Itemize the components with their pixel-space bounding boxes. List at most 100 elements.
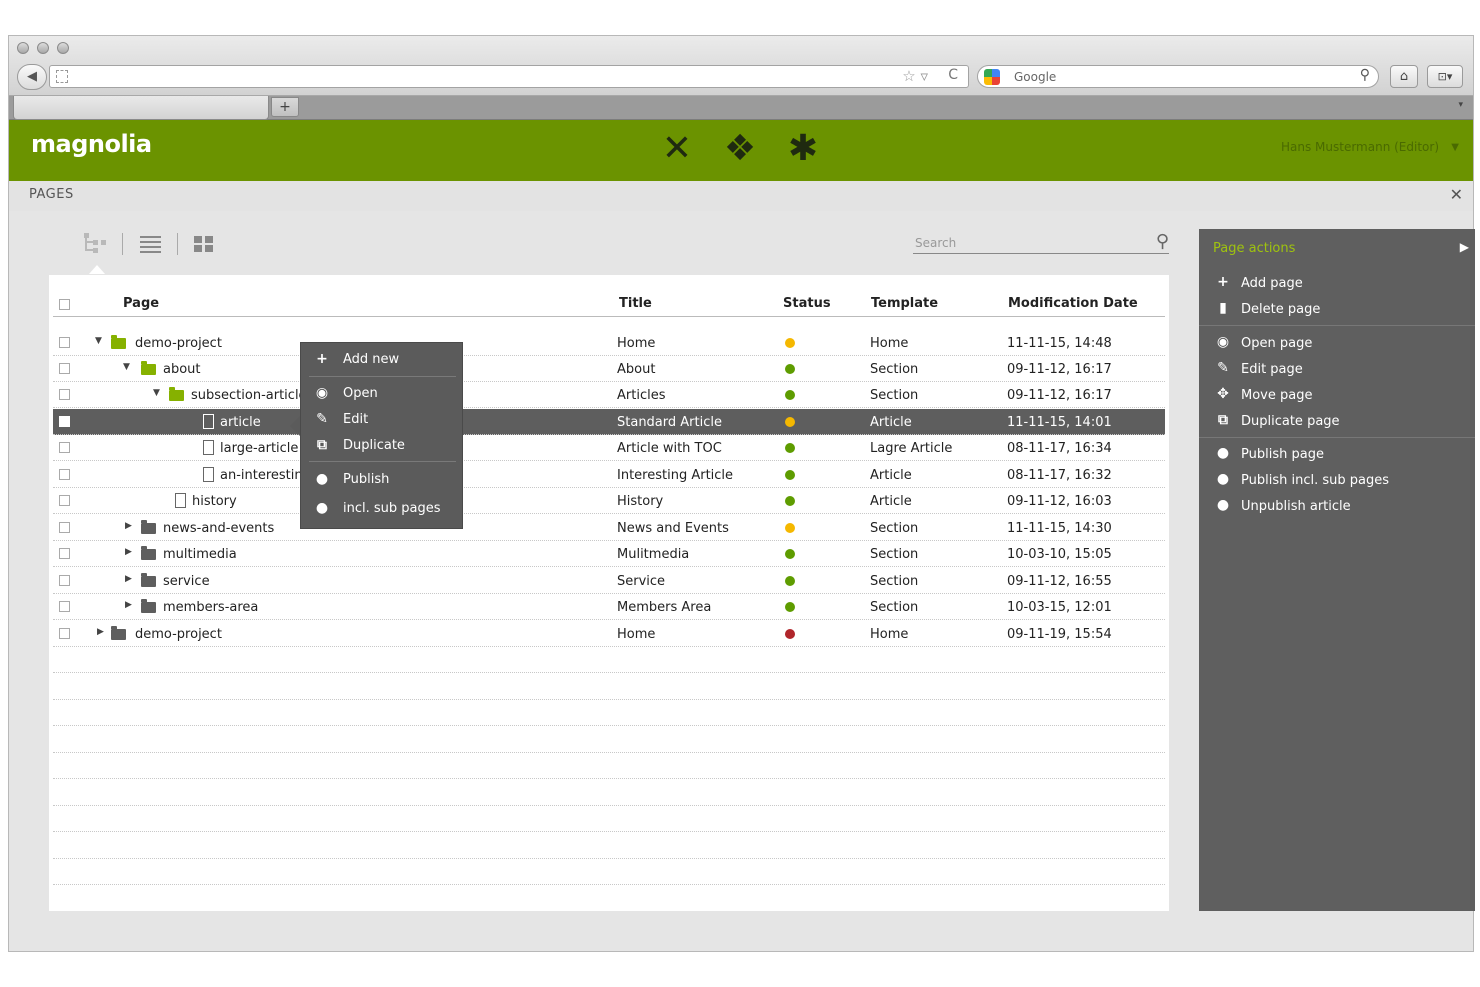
tree-view-button[interactable]: [81, 231, 111, 255]
context-menu-item-publish[interactable]: ● Publish: [301, 467, 462, 493]
search-input[interactable]: Search ⚲: [913, 231, 1169, 254]
table-row[interactable]: ▼ subsection-articles Articles Section 0…: [53, 382, 1165, 408]
action-publish-incl-sub-pages[interactable]: ● Publish incl. sub pages: [1199, 468, 1475, 494]
scissors-cross-icon[interactable]: ✕: [657, 128, 697, 170]
column-header-status[interactable]: Status: [783, 296, 831, 311]
collapse-triangle-icon[interactable]: ▼: [123, 362, 130, 372]
table-row[interactable]: ▶ news-and-events News and Events Sectio…: [53, 515, 1165, 541]
magnifier-icon[interactable]: ⚲: [1360, 67, 1370, 83]
table-row[interactable]: ▶ demo-project Home Home 09-11-19, 15:54: [53, 621, 1165, 647]
action-label: Open page: [1241, 336, 1313, 351]
bookmark-star-icon[interactable]: ☆ ▿: [902, 67, 928, 85]
template-cell: Article: [870, 468, 912, 483]
page-icon: [56, 70, 68, 83]
google-logo-icon[interactable]: [984, 69, 1000, 85]
action-move-page[interactable]: ✥ Move page: [1199, 383, 1475, 409]
table-row[interactable]: ▼ about About Section 09-11-12, 16:17: [53, 356, 1165, 382]
table-row[interactable]: ▶ members-area Members Area Section 10-0…: [53, 594, 1165, 620]
extension-button[interactable]: ⊡▾: [1427, 65, 1463, 88]
row-checkbox[interactable]: [59, 442, 70, 453]
browser-tab[interactable]: [13, 96, 269, 120]
expand-triangle-icon[interactable]: ▶: [125, 600, 132, 610]
diamond-pattern-icon[interactable]: ❖: [720, 128, 760, 170]
row-checkbox[interactable]: [59, 495, 70, 506]
column-header-page[interactable]: Page: [123, 296, 159, 311]
page-title-cell: Home: [617, 336, 656, 351]
collapse-triangle-icon[interactable]: ▼: [153, 388, 160, 398]
context-menu-item-duplicate[interactable]: ⧉ Duplicate: [301, 433, 462, 459]
table-row[interactable]: large-article Article with TOC Lagre Art…: [53, 435, 1165, 461]
expand-triangle-icon[interactable]: ▶: [125, 574, 132, 584]
table-row[interactable]: ▶ multimedia Mulitmedia Section 10-03-10…: [53, 541, 1165, 567]
reload-icon[interactable]: C: [948, 67, 958, 83]
action-add-page[interactable]: + Add page: [1199, 271, 1475, 297]
row-checkbox[interactable]: [59, 628, 70, 639]
table-row[interactable]: an-interestin Interesting Article Articl…: [53, 462, 1165, 488]
page-name: multimedia: [163, 547, 237, 562]
row-checkbox[interactable]: [59, 337, 70, 348]
empty-row: [53, 753, 1165, 779]
date-cell: 11-11-15, 14:01: [1007, 415, 1112, 430]
row-checkbox[interactable]: [59, 363, 70, 374]
action-edit-page[interactable]: ✎ Edit page: [1199, 357, 1475, 383]
duplicate-icon: ⧉: [1218, 412, 1228, 428]
divider: [309, 376, 456, 377]
expand-triangle-icon[interactable]: ▶: [97, 627, 104, 637]
expand-triangle-icon[interactable]: ▶: [125, 521, 132, 531]
magnolia-logo[interactable]: magnolia: [31, 130, 152, 158]
close-window-button[interactable]: [17, 42, 29, 54]
new-tab-button[interactable]: +: [271, 97, 299, 117]
page-name: about: [163, 362, 201, 377]
action-open-page[interactable]: ◉ Open page: [1199, 331, 1475, 357]
user-menu[interactable]: Hans Mustermann (Editor): [1281, 140, 1439, 154]
date-cell: 08-11-17, 16:32: [1007, 468, 1112, 483]
context-menu-label: Open: [343, 386, 378, 401]
minimize-window-button[interactable]: [37, 42, 49, 54]
asterisk-icon[interactable]: ✱: [783, 128, 823, 170]
close-icon[interactable]: ✕: [1450, 185, 1463, 204]
tab-overflow-icon[interactable]: ▾: [1458, 100, 1463, 110]
column-header-template[interactable]: Template: [871, 296, 938, 311]
expand-arrow-icon[interactable]: ▶: [1460, 240, 1469, 254]
divider: [1199, 325, 1475, 326]
column-header-modification-date[interactable]: Modification Date: [1008, 296, 1138, 311]
expand-triangle-icon[interactable]: ▶: [125, 547, 132, 557]
plus-icon: +: [1217, 274, 1229, 290]
table-row[interactable]: ▼ demo-project Home Home 11-11-15, 14:48: [53, 330, 1165, 356]
address-bar[interactable]: ☆ ▿ C: [49, 65, 969, 88]
row-checkbox[interactable]: [59, 522, 70, 533]
row-checkbox[interactable]: [59, 601, 70, 612]
action-unpublish-article[interactable]: ● Unpublish article: [1199, 494, 1475, 520]
column-header-title[interactable]: Title: [619, 296, 652, 311]
empty-row: [53, 647, 1165, 673]
list-view-button[interactable]: [139, 231, 163, 255]
home-button[interactable]: ⌂: [1390, 65, 1418, 88]
thumbnail-view-button[interactable]: [193, 231, 217, 255]
select-all-checkbox[interactable]: [59, 299, 70, 310]
row-checkbox[interactable]: [59, 416, 70, 427]
row-checkbox[interactable]: [59, 575, 70, 586]
search-icon[interactable]: ⚲: [1156, 231, 1169, 252]
action-delete-page[interactable]: ▮ Delete page: [1199, 297, 1475, 323]
table-row-selected[interactable]: article Standard Article Article 11-11-1…: [53, 409, 1165, 435]
context-menu-item-edit[interactable]: ✎ Edit: [301, 407, 462, 433]
context-menu-item-add-new[interactable]: + Add new: [301, 347, 462, 373]
row-checkbox[interactable]: [59, 389, 70, 400]
context-menu-item-open[interactable]: ◉ Open: [301, 381, 462, 407]
row-checkbox[interactable]: [59, 548, 70, 559]
table-row[interactable]: history History Article 09-11-12, 16:03: [53, 488, 1165, 514]
search-engine-field[interactable]: Google ⚲: [977, 65, 1379, 88]
table-row[interactable]: ▶ service Service Section 09-11-12, 16:5…: [53, 568, 1165, 594]
chevron-down-icon[interactable]: ▼: [1451, 142, 1459, 153]
template-cell: Article: [870, 415, 912, 430]
zoom-window-button[interactable]: [57, 42, 69, 54]
move-arrows-icon: ✥: [1217, 386, 1229, 402]
action-publish-page[interactable]: ● Publish page: [1199, 442, 1475, 468]
back-button[interactable]: ◀: [17, 64, 47, 90]
context-menu-item-publish-incl-sub-pages[interactable]: ● incl. sub pages: [301, 496, 462, 522]
collapse-triangle-icon[interactable]: ▼: [95, 336, 102, 346]
action-duplicate-page[interactable]: ⧉ Duplicate page: [1199, 409, 1475, 435]
publish-icon: ●: [1216, 445, 1230, 461]
row-checkbox[interactable]: [59, 469, 70, 480]
context-menu-label: Edit: [343, 412, 369, 427]
